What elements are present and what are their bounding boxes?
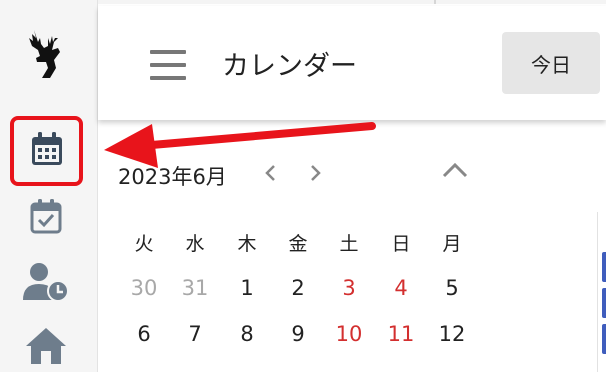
user-clock-icon <box>22 262 70 306</box>
calendar-day[interactable]: 2 <box>272 276 324 300</box>
calendar-day[interactable]: 12 <box>426 322 478 346</box>
event-block[interactable] <box>602 288 606 318</box>
home-icon <box>24 324 68 368</box>
sidebar-item-home[interactable] <box>18 322 74 370</box>
calendar-day[interactable]: 7 <box>169 322 221 346</box>
weekday-label: 金 <box>288 233 308 255</box>
sidebar-item-tasks[interactable] <box>18 194 74 242</box>
calendar-day[interactable]: 3 <box>323 276 375 300</box>
page-title: カレンダー <box>222 51 357 82</box>
divider <box>434 0 436 4</box>
calendar-day[interactable]: 1 <box>221 276 273 300</box>
hamburger-menu-icon[interactable] <box>150 50 186 80</box>
app-header: カレンダー 今日 <box>98 6 606 120</box>
weekday-label: 木 <box>237 233 257 255</box>
event-column-edge <box>597 212 606 372</box>
calendar-day[interactable]: 11 <box>375 322 427 346</box>
today-button[interactable]: 今日 <box>502 32 600 94</box>
sidebar <box>0 0 98 372</box>
deer-logo-icon[interactable] <box>24 28 68 80</box>
weekday-label: 日 <box>391 233 411 255</box>
calendar-day[interactable]: 6 <box>118 322 170 346</box>
calendar-check-icon <box>30 198 62 238</box>
weekday-label: 土 <box>339 233 359 255</box>
calendar-day[interactable]: 4 <box>375 276 427 300</box>
calendar-day[interactable]: 10 <box>323 322 375 346</box>
sidebar-item-calendar[interactable] <box>10 116 83 186</box>
weekday-label: 火 <box>134 233 154 255</box>
calendar-day[interactable]: 30 <box>118 276 170 300</box>
month-label: 2023年6月 <box>118 165 227 189</box>
sidebar-item-attendance[interactable] <box>18 260 74 308</box>
chevron-right-icon[interactable] <box>306 161 326 185</box>
weekday-label: 水 <box>185 233 205 255</box>
calendar-day[interactable]: 5 <box>426 276 478 300</box>
chevron-left-icon[interactable] <box>260 161 280 185</box>
weekday-label: 月 <box>442 233 462 255</box>
event-block[interactable] <box>602 324 606 354</box>
calendar-day[interactable]: 31 <box>169 276 221 300</box>
event-block[interactable] <box>602 252 606 282</box>
calendar-day[interactable]: 9 <box>272 322 324 346</box>
calendar-icon <box>30 131 64 171</box>
chevron-up-icon[interactable] <box>440 156 470 184</box>
calendar-day[interactable]: 8 <box>221 322 273 346</box>
